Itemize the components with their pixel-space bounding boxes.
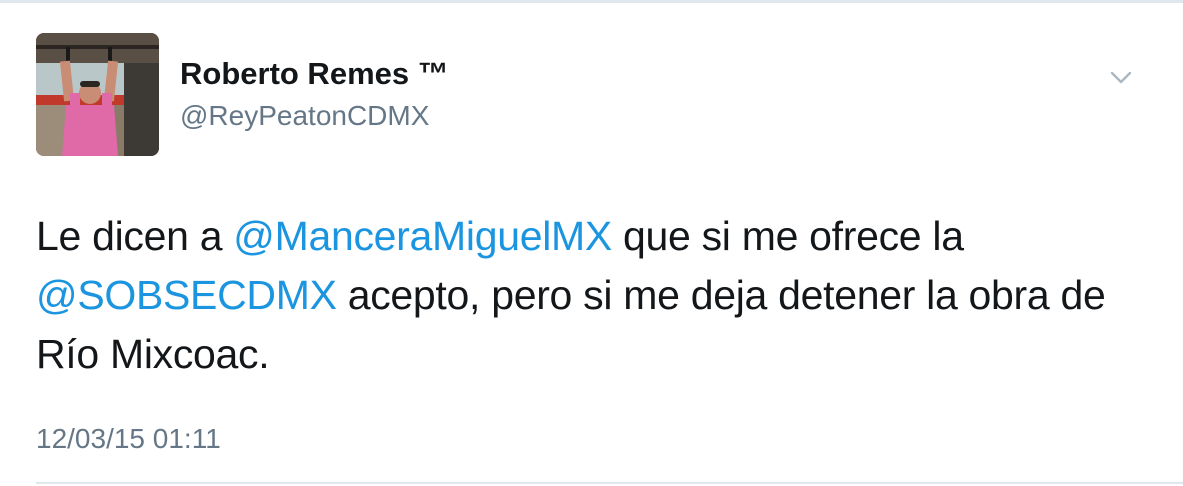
tweet-text-segment: que si me ofrece la: [611, 213, 964, 259]
user-handle[interactable]: @ReyPeatonCDMX: [180, 99, 429, 133]
top-divider: [0, 0, 1183, 3]
tweet-text: Le dicen a @ManceraMiguelMX que si me of…: [36, 207, 1156, 384]
mention-link[interactable]: @SOBSECDMX: [36, 272, 337, 318]
bottom-divider: [36, 482, 1183, 484]
mention-link[interactable]: @ManceraMiguelMX: [233, 213, 612, 259]
avatar-photo: [36, 33, 159, 156]
tweet-text-segment: Le dicen a: [36, 213, 234, 259]
avatar[interactable]: [36, 33, 159, 156]
display-name[interactable]: Roberto Remes ™: [180, 56, 449, 92]
tweet-timestamp[interactable]: 12/03/15 01:11: [36, 423, 221, 455]
chevron-down-icon: [1110, 71, 1132, 84]
tweet-menu-button[interactable]: [1106, 66, 1136, 90]
